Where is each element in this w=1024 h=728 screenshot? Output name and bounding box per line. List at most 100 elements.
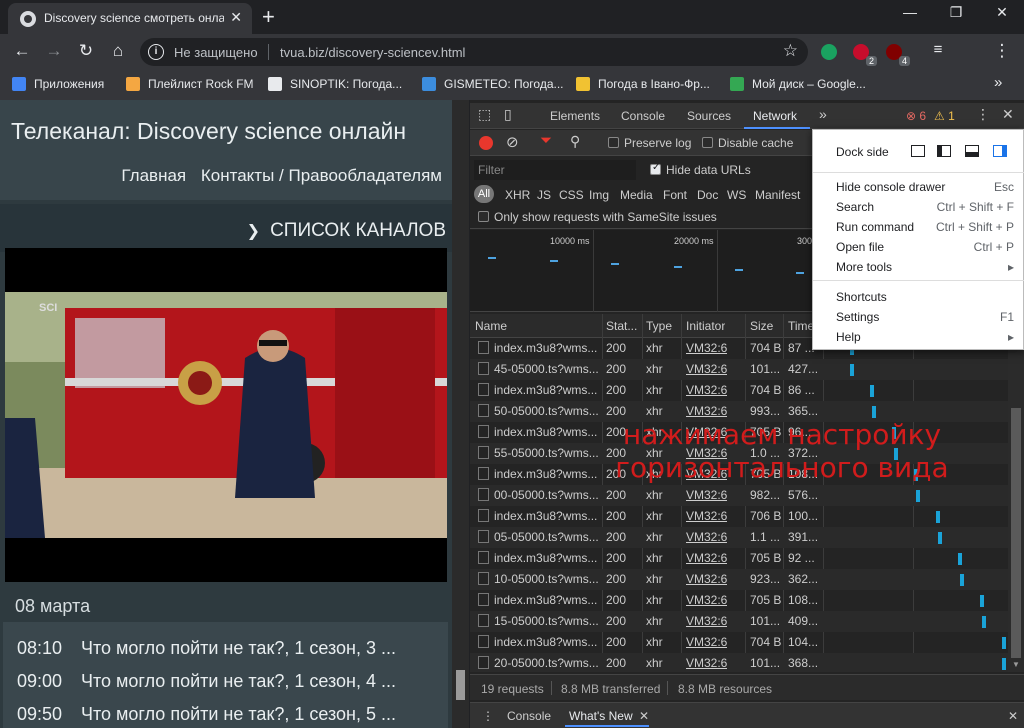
request-initiator-link[interactable]: VM32:6 xyxy=(686,614,727,628)
menu-item-shortcuts[interactable]: Shortcuts xyxy=(836,290,887,304)
type-css-button[interactable]: CSS xyxy=(559,188,584,202)
address-bar[interactable]: i Не защищено tvua.biz/discovery-science… xyxy=(140,38,808,66)
disable-cache-box[interactable] xyxy=(702,137,713,148)
type-js-button[interactable]: JS xyxy=(537,188,551,202)
browser-tab[interactable]: Discovery science смотреть онлайн ✕ xyxy=(8,3,252,34)
request-initiator-link[interactable]: VM32:6 xyxy=(686,551,727,565)
request-initiator-link[interactable]: VM32:6 xyxy=(686,593,727,607)
menu-item-settings[interactable]: Settings xyxy=(836,310,879,324)
bookmark-star-icon[interactable]: ☆ xyxy=(783,41,798,61)
back-icon[interactable]: ← xyxy=(10,41,34,61)
tab-sources[interactable]: Sources xyxy=(687,109,731,123)
url-text[interactable]: tvua.biz/discovery-sciencev.html xyxy=(280,45,465,60)
clear-icon[interactable]: ⊘ xyxy=(506,133,519,151)
request-initiator-link[interactable]: VM32:6 xyxy=(686,488,727,502)
requests-scrollbar-thumb[interactable] xyxy=(1011,408,1021,658)
type-doc-button[interactable]: Doc xyxy=(697,188,718,202)
bookmarks-more-icon[interactable]: » xyxy=(994,74,1002,91)
drawer-tab-whats-new[interactable]: What's New xyxy=(569,709,633,723)
scroll-down-icon[interactable]: ▼ xyxy=(1012,660,1020,669)
menu-item-search[interactable]: Search xyxy=(836,200,874,214)
request-initiator-link[interactable]: VM32:6 xyxy=(686,635,727,649)
devtools-close-icon[interactable]: ✕ xyxy=(1002,106,1014,123)
filter-input[interactable]: Filter xyxy=(474,160,636,180)
col-status[interactable]: Stat... xyxy=(606,319,640,333)
type-img-button[interactable]: Img xyxy=(589,188,609,202)
hide-data-urls-box[interactable] xyxy=(650,162,661,175)
page-scrollbar-thumb[interactable] xyxy=(456,670,465,700)
video-player[interactable]: SCI xyxy=(5,248,447,582)
undock-icon[interactable] xyxy=(911,145,925,157)
home-icon[interactable]: ⌂ xyxy=(106,41,130,61)
maximize-button[interactable]: ❐ xyxy=(936,4,976,21)
col-size[interactable]: Size xyxy=(750,319,773,333)
drawer-menu-icon[interactable]: ⋮ xyxy=(482,709,494,723)
forward-icon[interactable]: → xyxy=(42,41,66,61)
device-toolbar-icon[interactable]: ▯ xyxy=(504,106,512,123)
request-initiator-link[interactable]: VM32:6 xyxy=(686,530,727,544)
menu-item-run-command[interactable]: Run command xyxy=(836,220,914,234)
table-row[interactable]: index.m3u8?wms... 200 xhr VM32:6 706 B 100... xyxy=(470,506,1024,527)
col-initiator[interactable]: Initiator xyxy=(686,319,725,333)
request-initiator-link[interactable]: VM32:6 xyxy=(686,341,727,355)
site-info-icon[interactable]: i xyxy=(148,44,164,60)
menu-item-open-file[interactable]: Open file xyxy=(836,240,884,254)
type-xhr-button[interactable]: XHR xyxy=(505,188,530,202)
type-media-button[interactable]: Media xyxy=(620,188,653,202)
drawer-tab-console[interactable]: Console xyxy=(507,709,551,723)
tab-network[interactable]: Network xyxy=(753,109,797,123)
table-row[interactable]: index.m3u8?wms... 200 xhr VM32:6 705 B 108... xyxy=(470,590,1024,611)
request-initiator-link[interactable]: VM32:6 xyxy=(686,404,727,418)
schedule-item[interactable]: 08:10 Что могло пойти не так?, 1 сезон, 3… xyxy=(17,638,396,659)
dock-right-icon[interactable] xyxy=(993,145,1007,157)
table-row[interactable]: 45-05000.ts?wms... 200 xhr VM32:6 101... 427.… xyxy=(470,359,1024,380)
table-row[interactable]: 00-05000.ts?wms... 200 xhr VM32:6 982... 576.… xyxy=(470,485,1024,506)
tab-console[interactable]: Console xyxy=(621,109,665,123)
bookmark-gismeteo[interactable]: GISMETEO: Погода... xyxy=(422,77,564,91)
devtools-menu-icon[interactable]: ⋮ xyxy=(976,106,990,123)
samesite-box[interactable] xyxy=(478,211,489,222)
page-scrollbar[interactable] xyxy=(452,100,469,728)
table-row[interactable]: index.m3u8?wms... 200 xhr VM32:6 705 B 92 ... xyxy=(470,548,1024,569)
error-count[interactable]: ⊗ 6 xyxy=(906,109,926,123)
more-tabs-icon[interactable]: » xyxy=(819,106,827,122)
type-manifest-button[interactable]: Manifest xyxy=(755,188,800,202)
schedule-item[interactable]: 09:00 Что могло пойти не так?, 1 сезон, 4… xyxy=(17,671,396,692)
warning-count[interactable]: ⚠ 1 xyxy=(934,109,955,123)
abp-icon[interactable]: 2 xyxy=(853,44,877,66)
dock-bottom-icon[interactable] xyxy=(965,145,979,157)
new-tab-button[interactable]: + xyxy=(262,4,275,30)
menu-item-more-tools[interactable]: More tools xyxy=(836,260,892,274)
menu-item-help[interactable]: Help xyxy=(836,330,861,344)
menu-item-hide-console-drawer[interactable]: Hide console drawer xyxy=(836,180,945,194)
bookmark-google-drive[interactable]: Мой диск – Google... xyxy=(730,77,866,91)
bookmark-apps[interactable]: Приложения xyxy=(12,77,104,91)
col-name[interactable]: Name xyxy=(475,319,507,333)
nav-contacts-link[interactable]: Контакты / Правообладателям xyxy=(201,166,442,185)
record-icon[interactable] xyxy=(479,136,493,150)
bookmark-sinoptik[interactable]: SINOPTIK: Погода... xyxy=(268,77,402,91)
request-initiator-link[interactable]: VM32:6 xyxy=(686,362,727,376)
tab-close-icon[interactable]: ✕ xyxy=(230,9,242,26)
bookmark-pogoda[interactable]: Погода в Івано-Фр... xyxy=(576,77,710,91)
close-window-button[interactable]: ✕ xyxy=(982,4,1022,21)
request-initiator-link[interactable]: VM32:6 xyxy=(686,572,727,586)
inspect-element-icon[interactable]: ⬚ xyxy=(478,106,491,123)
filter-icon[interactable]: ⏷ xyxy=(540,132,552,149)
request-initiator-link[interactable]: VM32:6 xyxy=(686,656,727,670)
bookmark-rockfm[interactable]: Плейлист Rock FM xyxy=(126,77,254,91)
preserve-log-checkbox[interactable]: Preserve log xyxy=(608,136,691,150)
check-icon[interactable] xyxy=(821,44,837,60)
tab-elements[interactable]: Elements xyxy=(550,109,600,123)
browser-menu-icon[interactable]: ⋮ xyxy=(990,41,1014,61)
hide-data-urls-checkbox[interactable]: Hide data URLs xyxy=(650,162,751,177)
drawer-tab-close-icon[interactable]: ✕ xyxy=(639,709,649,723)
drawer-close-icon[interactable]: ✕ xyxy=(1008,709,1018,723)
preserve-log-box[interactable] xyxy=(608,137,619,148)
table-row[interactable]: 10-05000.ts?wms... 200 xhr VM32:6 923... 362.… xyxy=(470,569,1024,590)
ublock-icon[interactable]: 4 xyxy=(886,44,910,66)
col-type[interactable]: Type xyxy=(646,319,672,333)
col-time[interactable]: Time xyxy=(788,319,814,333)
nav-home-link[interactable]: Главная xyxy=(121,166,186,185)
search-icon[interactable]: ⚲ xyxy=(570,133,580,150)
